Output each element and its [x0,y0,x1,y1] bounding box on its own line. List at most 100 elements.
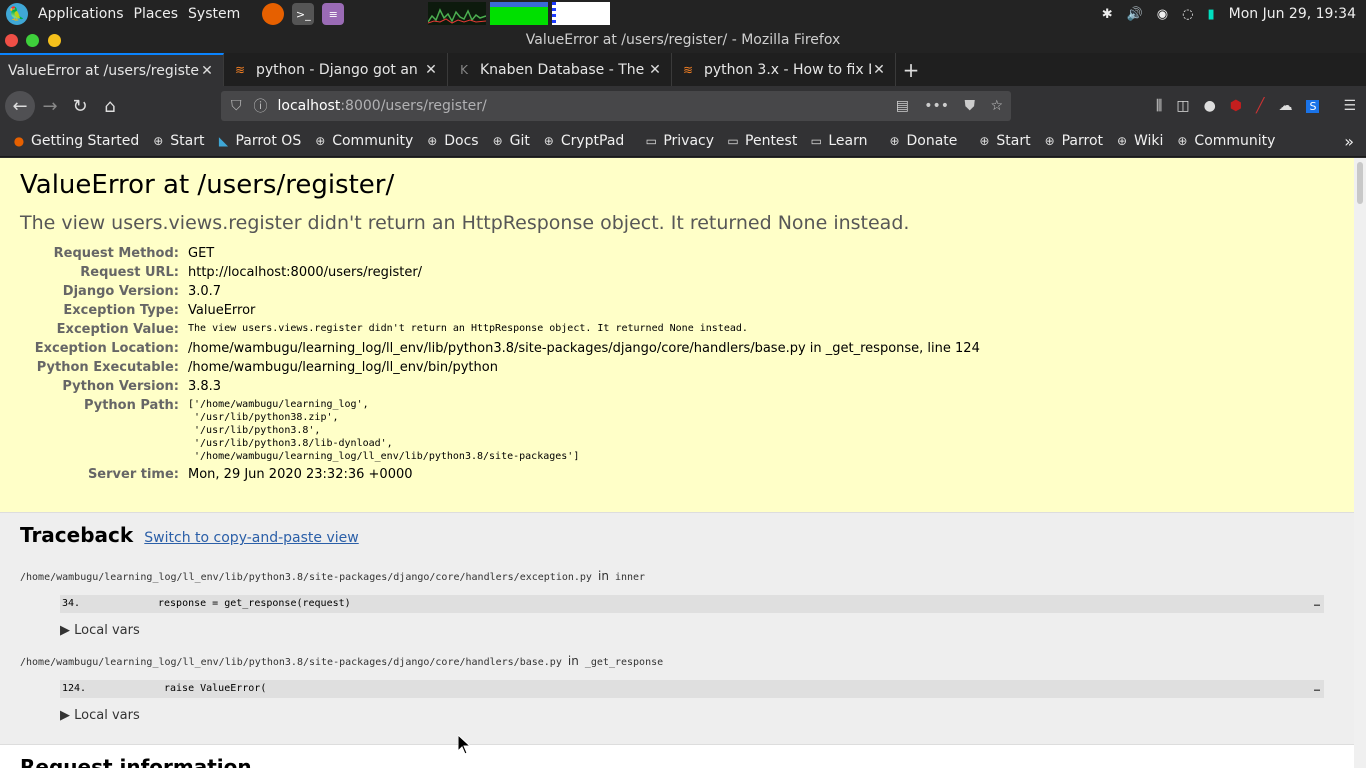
meta-value: Mon, 29 Jun 2020 23:32:36 +0000 [188,467,413,482]
info-icon[interactable]: ⓘ [254,96,268,116]
firefox-icon: ● [13,134,25,148]
tab-how-to-fix[interactable]: ≋ python 3.x - How to fix D ✕ [672,53,896,86]
shield-icon[interactable]: ⛉ [231,98,242,114]
qbittorrent-icon[interactable]: ◉ [1157,7,1168,22]
bookmark-cryptpad[interactable]: ⊕ CryptPad [542,133,625,149]
library-icon[interactable]: ⫼ [1156,98,1162,114]
meta-label: Request Method: [53,246,179,261]
frame-function: inner [614,572,646,583]
frame-path: /home/wambugu/learning_log/ll_env/lib/py… [20,657,562,668]
extension-s-icon[interactable]: S [1306,99,1320,113]
page-scrollbar[interactable] [1354,158,1366,768]
url-text[interactable]: localhost:8000/users/register/ [278,98,487,114]
bookmark-label: Parrot OS [235,133,302,149]
bookmark-start-2[interactable]: ⊕ Start [977,133,1030,149]
tab-valueerror[interactable]: ValueError at /users/register/ ✕ [0,53,224,86]
bookmark-start[interactable]: ⊕ Start [151,133,204,149]
expand-context-icon[interactable]: … [1314,595,1324,613]
expand-context-icon[interactable]: … [1314,680,1324,698]
window-titlebar: ValueError at /users/register/ - Mozilla… [0,28,1366,53]
volume-icon[interactable]: 🔊 [1127,7,1143,22]
ublock-icon[interactable]: ⬢ [1230,98,1242,114]
meta-label: Exception Type: [63,303,179,318]
tab-knaben[interactable]: K Knaben Database - The P ✕ [448,53,672,86]
meta-value: /home/wambugu/learning_log/ll_env/lib/py… [188,341,980,356]
tab-bar: ValueError at /users/register/ ✕ ≋ pytho… [0,53,1366,86]
loading-icon[interactable]: ◌ [1182,7,1193,22]
frame-file: /home/wambugu/learning_log/ll_env/lib/py… [20,654,1334,668]
network-monitor-bar [552,2,556,25]
bluetooth-icon[interactable]: ✱ [1102,7,1113,22]
extension-icon[interactable]: ☁ [1278,98,1292,114]
reader-view-icon[interactable]: ▤ [896,98,909,114]
sidebar-icon[interactable]: ◫ [1176,98,1189,114]
bookmark-git[interactable]: ⊕ Git [491,133,530,149]
account-icon[interactable]: ● [1204,98,1216,114]
page-actions-icon[interactable]: ••• [924,98,949,114]
places-menu[interactable]: Places [134,6,179,22]
system-menu[interactable]: System [188,6,240,22]
hamburger-menu-icon[interactable]: ☰ [1343,98,1356,114]
addon-disabled-icon[interactable]: ╱ [1256,98,1264,114]
bookmarks-overflow-icon[interactable]: » [1344,132,1354,151]
copy-paste-view-link[interactable]: Switch to copy-and-paste view [144,530,358,546]
reload-button[interactable]: ↻ [65,91,95,121]
bookmark-donate[interactable]: ⊕ Donate [887,133,957,149]
meta-label: Python Version: [62,379,179,394]
back-button[interactable]: ← [5,91,35,121]
meta-value: 3.8.3 [188,379,222,394]
close-icon[interactable]: ✕ [199,63,215,79]
pocket-icon[interactable]: ⛊ [965,98,976,114]
scrollbar-thumb[interactable] [1357,162,1363,204]
minimize-window-button[interactable] [48,34,61,47]
bookmark-docs[interactable]: ⊕ Docs [425,133,478,149]
bookmark-folder-learn[interactable]: ▭ Learn [809,133,868,149]
bookmark-parrot[interactable]: ⊕ Parrot [1043,133,1103,149]
mouse-cursor-icon [458,735,472,755]
cpu-monitor-svg [427,8,487,24]
forward-button[interactable]: → [35,91,65,121]
bookmark-community-2[interactable]: ⊕ Community [1175,133,1275,149]
network-monitor-graph [552,2,610,25]
firefox-launcher-icon[interactable] [262,3,285,25]
code-text: raise ValueError( [164,683,267,694]
close-icon[interactable]: ✕ [647,62,663,78]
bookmark-community[interactable]: ⊕ Community [313,133,413,149]
bookmark-label: Donate [906,133,958,149]
local-vars-toggle[interactable]: ▶ Local vars [60,708,1334,723]
navigation-bar: ← → ↻ ⌂ ⛉ ⓘ localhost:8000/users/registe… [0,86,1366,126]
home-button[interactable]: ⌂ [95,91,125,121]
line-number: 34. [62,598,81,609]
page-content: ValueError at /users/register/ The view … [0,158,1354,768]
close-icon[interactable]: ✕ [871,62,887,78]
url-bar[interactable]: ⛉ ⓘ localhost:8000/users/register/ ▤ •••… [221,91,1011,121]
meta-value: The view users.views.register didn't ret… [188,323,748,334]
error-meta-table: Request Method: GET Request URL: http://lo… [20,244,980,484]
text-editor-launcher-icon[interactable]: ≡ [322,3,345,25]
meta-label: Request URL: [80,265,179,280]
bookmark-parrot-os[interactable]: ◣ Parrot OS [216,133,301,149]
bookmark-getting-started[interactable]: ● Getting Started [12,133,140,149]
new-tab-button[interactable]: + [896,53,926,86]
frame-code-line[interactable]: 34. response = get_response(request) … [60,595,1324,613]
bookmark-star-icon[interactable]: ☆ [990,98,1003,114]
bookmark-folder-privacy[interactable]: ▭ Privacy [644,133,714,149]
tab-django-got[interactable]: ≋ python - Django got an u ✕ [224,53,448,86]
meta-row: Python Executable: /home/wambugu/learning… [20,358,980,377]
local-vars-toggle[interactable]: ▶ Local vars [60,623,1334,638]
applications-menu[interactable]: Applications [38,6,124,22]
bookmark-folder-pentest[interactable]: ▭ Pentest [726,133,797,149]
close-window-button[interactable] [5,34,18,47]
parrot-menu-icon[interactable]: 🦜 [6,3,28,25]
globe-icon: ⊕ [153,134,164,148]
frame-code-line[interactable]: 124. raise ValueError( … [60,680,1324,698]
close-icon[interactable]: ✕ [423,62,439,78]
terminal-launcher-icon[interactable]: >_ [292,3,315,25]
bookmark-label: Start [996,133,1031,149]
bookmark-wiki[interactable]: ⊕ Wiki [1115,133,1163,149]
maximize-window-button[interactable] [26,34,39,47]
tab-title: python - Django got an u [256,61,423,78]
clock[interactable]: Mon Jun 29, 19:34 [1229,6,1356,22]
battery-icon[interactable]: ▮ [1207,7,1214,22]
system-panel: 🦜 Applications Places System >_ ≡ ✱ 🔊 ◉ … [0,0,1366,28]
